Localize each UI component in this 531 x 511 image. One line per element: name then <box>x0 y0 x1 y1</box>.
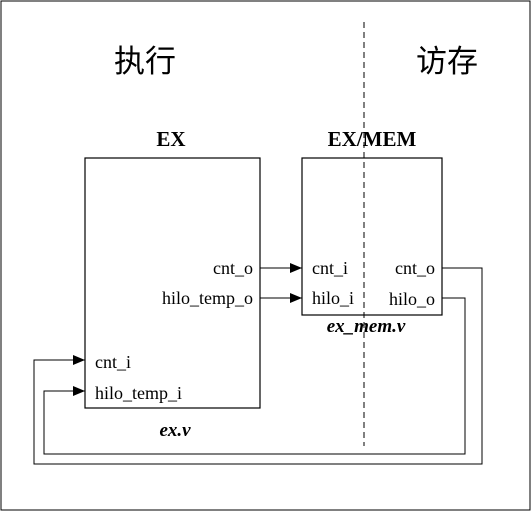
stage-label-memory-access: 访存 <box>416 44 478 80</box>
ex-port-hilo-temp-o: hilo_temp_o <box>162 288 253 308</box>
diagram-canvas: 执行 访存 EX cnt_o hilo_temp_o cnt_i hilo_te… <box>0 0 531 511</box>
ex-port-cnt-i: cnt_i <box>95 352 131 372</box>
pipeline-diagram: 执行 访存 EX cnt_o hilo_temp_o cnt_i hilo_te… <box>0 0 531 511</box>
stage-label-execute: 执行 <box>114 44 176 80</box>
ex-mem-port-hilo-i: hilo_i <box>312 288 354 308</box>
ex-port-cnt-o: cnt_o <box>213 258 253 278</box>
ex-port-hilo-temp-i: hilo_temp_i <box>95 383 182 403</box>
ex-mem-port-cnt-o: cnt_o <box>395 258 435 278</box>
ex-module-title: EX <box>156 127 185 151</box>
ex-module-file: ex.v <box>159 420 191 441</box>
ex-mem-module-title: EX/MEM <box>328 127 417 151</box>
ex-mem-port-hilo-o: hilo_o <box>389 289 435 309</box>
ex-mem-port-cnt-i: cnt_i <box>312 258 348 278</box>
ex-mem-module-file: ex_mem.v <box>327 316 406 337</box>
